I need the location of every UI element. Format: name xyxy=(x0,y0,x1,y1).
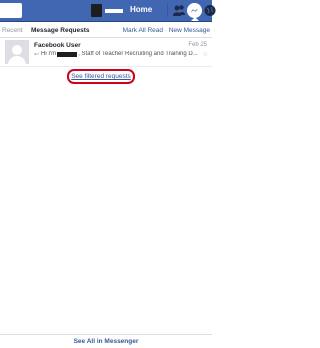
friend-requests-icon[interactable] xyxy=(173,4,185,17)
notifications-globe-icon[interactable] xyxy=(204,4,216,17)
see-all-in-messenger-link[interactable]: See All in Messenger xyxy=(74,338,139,345)
profile-name-redacted[interactable] xyxy=(105,9,123,13)
message-request-row[interactable]: Facebook User Feb 25 ↩ Hi I'm , Staff of T… xyxy=(0,38,212,67)
star-icon[interactable]: ☆ xyxy=(203,51,208,58)
home-link[interactable]: Home xyxy=(130,5,152,14)
dropdown-caret xyxy=(191,17,199,21)
top-navigation-bar: Home xyxy=(0,0,216,22)
reply-arrow-icon: ↩ xyxy=(34,52,40,58)
snippet-end: , Staff of Teacher Recruiting and Traini… xyxy=(78,51,198,57)
messages-tab-bar: Recent Message Requests Mark All Read · … xyxy=(0,22,212,38)
see-filtered-requests-label: See filtered requests xyxy=(71,73,131,80)
profile-picture-redacted[interactable] xyxy=(91,4,102,17)
sender-name: Facebook User xyxy=(34,42,81,49)
tab-recent[interactable]: Recent xyxy=(2,27,23,34)
footer-bar: See All in Messenger xyxy=(0,334,212,348)
snippet-start: Hi I'm xyxy=(41,51,57,57)
nav-divider xyxy=(167,4,168,17)
see-filtered-requests-button[interactable]: See filtered requests xyxy=(67,69,135,84)
messenger-icon[interactable] xyxy=(187,3,202,18)
search-input[interactable] xyxy=(0,3,22,18)
avatar-head xyxy=(12,45,22,55)
avatar xyxy=(5,40,29,64)
mark-all-read-link[interactable]: Mark All Read xyxy=(123,27,163,34)
tab-message-requests[interactable]: Message Requests xyxy=(31,27,90,34)
new-message-link[interactable]: New Message xyxy=(169,27,210,34)
message-snippet: ↩ Hi I'm , Staff of Teacher Recruiting and… xyxy=(34,51,204,60)
message-date: Feb 25 xyxy=(188,42,207,48)
header-actions: Mark All Read · New Message xyxy=(123,27,210,34)
redacted-name xyxy=(57,52,78,57)
avatar-body xyxy=(8,56,26,64)
